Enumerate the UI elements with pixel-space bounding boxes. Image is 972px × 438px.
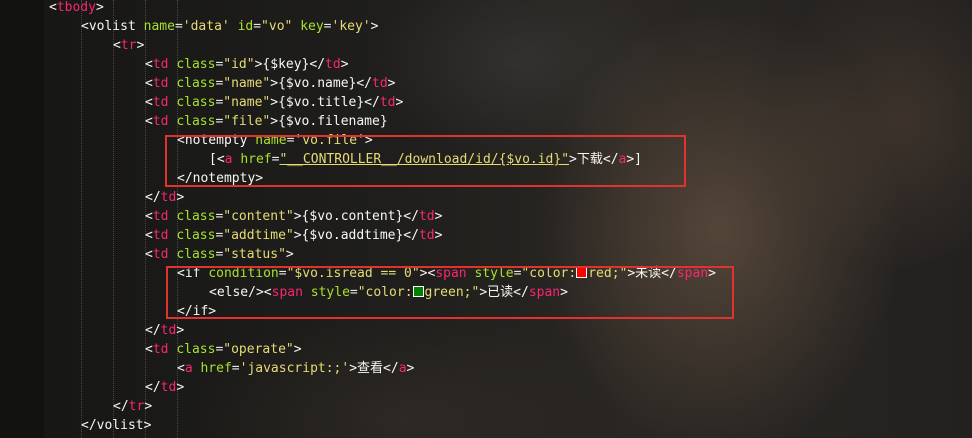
code-line-td-operate: <td class="operate"> — [145, 342, 302, 357]
code-line-td-addtime: <td class="addtime">{$vo.addtime}</td> — [145, 228, 443, 243]
editor-gutter — [0, 0, 44, 438]
code-line-td-close: </td> — [145, 190, 185, 205]
code-line-td-close: </td> — [145, 380, 185, 395]
code-line-tr-open: <tr> — [113, 38, 145, 53]
highlight-box-if-status — [166, 266, 734, 319]
code-line-volist-open: <volist name='data' id="vo" key='key'> — [81, 19, 379, 34]
code-line-td-title: <td class="name">{$vo.title}</td> — [145, 95, 404, 110]
code-line-td-close: </td> — [145, 323, 185, 338]
indent-guide — [81, 0, 82, 438]
highlight-box-notempty — [165, 135, 686, 187]
code-line-tr-close: </tr> — [113, 399, 153, 414]
code-line-tbody: <tbody> — [49, 0, 104, 15]
code-line-td-file: <td class="file">{$vo.filename} — [145, 114, 388, 129]
indent-guide — [113, 0, 114, 438]
code-line-td-content: <td class="content">{$vo.content}</td> — [145, 209, 443, 224]
code-line-td-id: <td class="id">{$key}</td> — [145, 57, 349, 72]
code-line-td-status: <td class="status"> — [145, 247, 294, 262]
code-line-volist-close: </volist> — [81, 418, 152, 433]
code-line-td-name: <td class="name">{$vo.name}</td> — [145, 76, 396, 91]
code-line-view-link: <a href='javascript:;'>查看</a> — [177, 361, 415, 376]
